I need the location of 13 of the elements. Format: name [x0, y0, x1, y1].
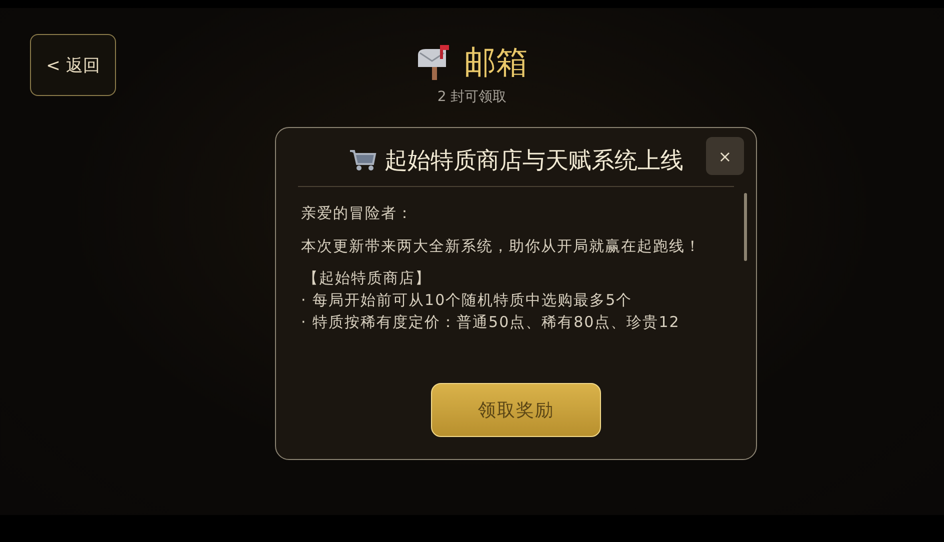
mail-paragraph: 本次更新带来两大全新系统，助你从开局就赢在起跑线！ — [301, 236, 702, 257]
page-title: 邮箱 — [464, 42, 528, 83]
section-heading: 【起始特质商店】 — [303, 268, 432, 289]
claim-reward-button[interactable]: 领取奖励 — [431, 383, 601, 437]
bullet-item: · 每局开始前可从10个随机特质中选购最多5个 — [301, 290, 634, 311]
back-button[interactable]: < 返回 — [30, 34, 116, 96]
bullet-item: · 特质按稀有度定价：普通50点、稀有80点、珍贵12 — [301, 312, 681, 333]
scrollbar[interactable] — [744, 193, 747, 261]
close-button[interactable]: × — [706, 137, 744, 175]
mail-count: 2 封可领取 — [437, 88, 507, 106]
mail-title: 起始特质商店与天赋系统上线 — [384, 146, 684, 176]
mail-paragraph: 亲爱的冒险者： — [301, 203, 414, 224]
cart-icon — [348, 148, 376, 172]
